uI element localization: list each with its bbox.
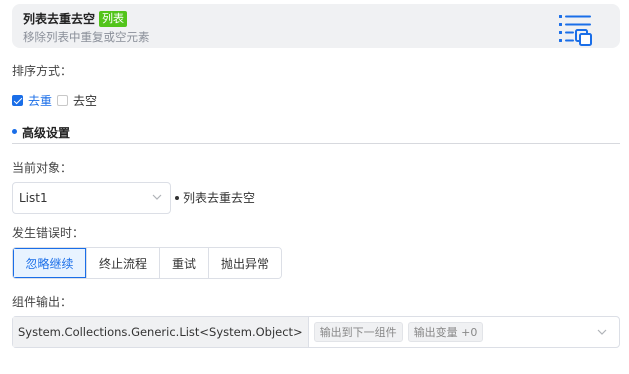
output-variable-chip[interactable]: 输出变量 +0: [407, 322, 484, 342]
remove-empty-checkbox-label[interactable]: 去空: [73, 92, 97, 109]
title-row: 列表去重去空 列表: [23, 10, 128, 27]
output-next-component-chip[interactable]: 输出到下一组件: [313, 322, 403, 342]
dedupe-checkbox[interactable]: [12, 95, 23, 106]
throw-exception-button[interactable]: 抛出异常: [208, 248, 281, 278]
dedupe-checkbox-label[interactable]: 去重: [28, 92, 52, 109]
error-handling-label: 发生错误时：: [12, 226, 85, 240]
current-object-select[interactable]: List1: [12, 182, 171, 214]
section-bullet-icon: [12, 129, 17, 134]
current-object-value: List1: [19, 191, 48, 205]
current-object-note: 列表去重去空: [175, 189, 255, 206]
component-description: 移除列表中重复或空元素: [23, 30, 150, 44]
output-type: System.Collections.Generic.List<System.O…: [13, 317, 309, 347]
component-output-field[interactable]: System.Collections.Generic.List<System.O…: [12, 316, 620, 348]
advanced-settings-header: 高级设置: [12, 124, 620, 144]
current-object-label: 当前对象：: [12, 161, 73, 175]
current-object-note-text: 列表去重去空: [183, 191, 256, 205]
terminate-flow-button[interactable]: 终止流程: [86, 248, 159, 278]
sort-options: 去重 去空: [12, 92, 102, 109]
error-handling-options: 忽略继续 终止流程 重试 抛出异常: [12, 247, 282, 279]
advanced-settings-title: 高级设置: [22, 126, 71, 140]
ignore-continue-button[interactable]: 忽略继续: [13, 248, 86, 278]
chevron-down-icon: [152, 194, 162, 200]
component-header-card: 列表去重去空 列表 移除列表中重复或空元素: [12, 4, 620, 48]
component-title: 列表去重去空: [23, 12, 96, 26]
component-output-label: 组件输出：: [12, 295, 73, 309]
remove-empty-checkbox[interactable]: [57, 95, 69, 106]
category-tag: 列表: [99, 10, 128, 27]
retry-button[interactable]: 重试: [159, 248, 208, 278]
list-dedupe-icon: [559, 15, 592, 46]
note-bullet-icon: [175, 195, 179, 200]
sort-label: 排序方式：: [12, 64, 73, 78]
chevron-down-icon[interactable]: [597, 329, 607, 336]
